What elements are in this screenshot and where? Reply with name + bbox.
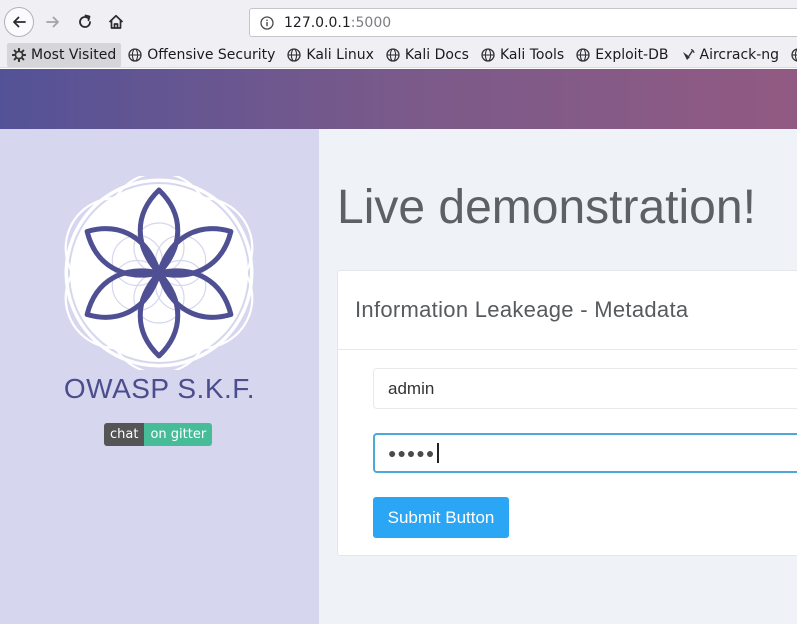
url-host: 127.0.0.1 (284, 14, 351, 31)
globe-icon (791, 47, 797, 62)
url-bar[interactable]: 127.0.0.1:5000 (249, 8, 797, 37)
back-button[interactable] (4, 7, 34, 37)
info-icon[interactable] (260, 15, 274, 30)
page-title: Live demonstration! (337, 181, 756, 234)
globe-icon (481, 47, 495, 62)
bookmark-overflow[interactable] (786, 43, 797, 67)
password-input[interactable]: ●●●●● (373, 433, 797, 473)
sidebar: OWASP S.K.F. chat on gitter (0, 129, 319, 624)
bookmark-offensive-security[interactable]: Offensive Security (123, 43, 280, 67)
username-input[interactable] (373, 368, 797, 409)
forward-button[interactable] (38, 7, 68, 37)
home-button[interactable] (101, 7, 131, 37)
home-icon (108, 14, 124, 29)
satellite-icon (682, 48, 695, 60)
bookmark-label: Exploit-DB (595, 46, 669, 63)
flower-of-life-logo (64, 176, 254, 370)
gitter-chat-badge[interactable]: chat on gitter (104, 423, 213, 446)
bookmark-kali-tools[interactable]: Kali Tools (476, 43, 569, 67)
brand-title: OWASP S.K.F. (63, 373, 256, 404)
browser-toolbar: 127.0.0.1:5000 (0, 0, 797, 42)
globe-icon (576, 47, 590, 62)
bookmark-label: Most Visited (31, 46, 117, 63)
bookmark-label: Offensive Security (147, 46, 276, 63)
main-panel: Live demonstration! Information Leakeage… (319, 129, 797, 624)
bookmark-label: Kali Docs (404, 46, 469, 63)
arrow-right-icon (46, 16, 59, 28)
card-title: Information Leakeage - Metadata (355, 297, 689, 322)
page-content: OWASP S.K.F. chat on gitter Live demonst… (0, 69, 797, 624)
password-mask: ●●●●● (388, 445, 436, 461)
badge-left-label: chat (104, 423, 145, 446)
globe-icon (287, 47, 302, 62)
top-banner (0, 69, 797, 129)
globe-icon (128, 47, 142, 62)
bookmark-kali-docs[interactable]: Kali Docs (381, 43, 474, 67)
url-port: :5000 (350, 14, 392, 31)
login-card: Information Leakeage - Metadata ●●●●● Su… (337, 270, 797, 556)
arrow-left-icon (13, 16, 26, 28)
reload-icon (79, 14, 91, 28)
bookmark-exploit-db[interactable]: Exploit-DB (571, 43, 673, 67)
url-text: 127.0.0.1:5000 (284, 15, 391, 31)
bookmark-label: Kali Tools (499, 46, 565, 63)
bookmarks-bar: Most Visited Offensive Security Kali Lin… (0, 42, 797, 68)
bookmark-most-visited[interactable]: Most Visited (7, 42, 122, 67)
text-caret (437, 443, 439, 463)
bookmark-kali-linux[interactable]: Kali Linux (282, 43, 378, 67)
globe-icon (386, 47, 400, 62)
bookmark-aircrack-ng[interactable]: Aircrack-ng (676, 43, 785, 67)
badge-right-label: on gitter (144, 423, 213, 446)
reload-button[interactable] (70, 7, 100, 37)
bookmark-label: Aircrack-ng (699, 46, 780, 63)
bookmark-label: Kali Linux (306, 46, 374, 63)
card-header: Information Leakeage - Metadata (338, 271, 797, 350)
gear-icon (12, 47, 26, 62)
submit-button[interactable]: Submit Button (373, 497, 509, 538)
